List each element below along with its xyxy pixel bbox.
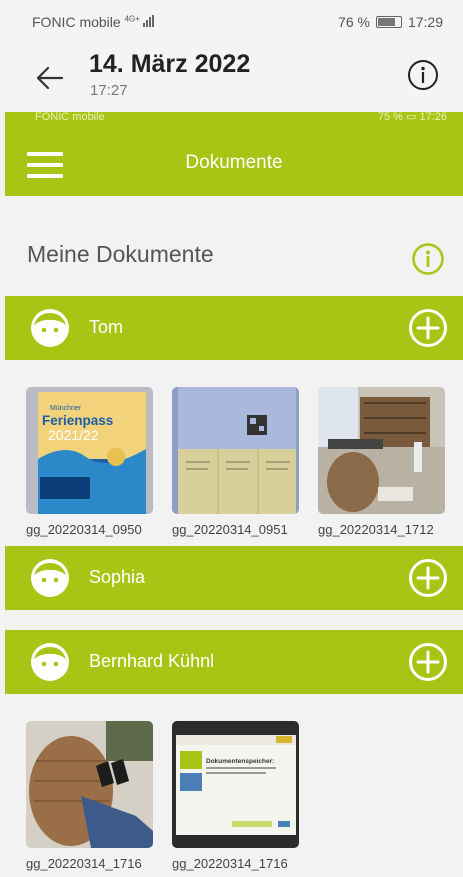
ferien-year: 2021/22 bbox=[48, 427, 99, 443]
document-name: gg_20220314_0950 bbox=[26, 522, 142, 537]
inner-status-right: 75 % ▭ 17:26 bbox=[377, 112, 447, 123]
inner-status-bar: FONIC mobile 75 % ▭ 17:26 bbox=[35, 112, 447, 126]
child-face-icon bbox=[31, 559, 69, 597]
document-thumbnail[interactable]: Dokumentenspeicher: bbox=[172, 721, 299, 848]
add-document-icon[interactable] bbox=[408, 642, 448, 682]
photo-date-title: 14. März 2022 bbox=[89, 50, 251, 78]
person-row-tom[interactable]: Tom bbox=[5, 296, 463, 360]
carrier-name: FONIC mobile bbox=[32, 14, 121, 30]
gallery-header: 14. März 2022 17:27 bbox=[0, 44, 463, 112]
app-bar: FONIC mobile 75 % ▭ 17:26 Dokumente bbox=[5, 112, 463, 196]
person-row-bernhard[interactable]: Bernhard Kühnl bbox=[5, 630, 463, 694]
person-name: Tom bbox=[89, 317, 124, 337]
add-document-icon[interactable] bbox=[408, 558, 448, 598]
app-title: Dokumente bbox=[185, 152, 283, 173]
person-name: Bernhard Kühnl bbox=[89, 651, 215, 671]
main-content: Meine Dokumente Tom Münchner Ferienpass bbox=[5, 196, 463, 877]
document-name: gg_20220314_1716 bbox=[172, 856, 288, 871]
document-name: gg_20220314_1716 bbox=[26, 856, 142, 871]
document-thumbnail[interactable]: Münchner Ferienpass 2021/22 bbox=[26, 387, 153, 514]
inner-battery: 75 % bbox=[377, 112, 403, 123]
info-icon[interactable] bbox=[411, 242, 445, 276]
ferien-small-label: Münchner bbox=[50, 405, 82, 412]
document-thumbnail[interactable] bbox=[318, 387, 445, 514]
document-name: gg_20220314_0951 bbox=[172, 522, 288, 537]
ferien-title: Ferienpass bbox=[42, 413, 113, 428]
status-bar: FONIC mobile 4G+ 76 % 17:29 bbox=[0, 0, 463, 44]
battery-icon bbox=[375, 16, 402, 28]
inner-carrier: FONIC mobile bbox=[35, 112, 105, 123]
battery-percent: 76 % bbox=[338, 14, 370, 30]
back-arrow-icon[interactable] bbox=[32, 60, 68, 96]
doc-screen-heading: Dokumentenspeicher: bbox=[206, 758, 274, 765]
document-thumbnail[interactable] bbox=[172, 387, 299, 514]
person-name: Sophia bbox=[89, 567, 146, 587]
info-icon[interactable] bbox=[406, 58, 440, 92]
carrier-label: FONIC mobile 4G+ bbox=[32, 14, 154, 30]
add-document-icon[interactable] bbox=[408, 308, 448, 348]
photo-time: 17:27 bbox=[90, 82, 128, 99]
inner-clock: 17:26 bbox=[419, 112, 447, 123]
child-face-icon bbox=[31, 643, 69, 681]
network-type: 4G+ bbox=[124, 14, 140, 24]
person-row-sophia[interactable]: Sophia bbox=[5, 546, 463, 610]
signal-icon bbox=[142, 15, 154, 27]
clock: 17:29 bbox=[407, 14, 443, 30]
document-thumbnail[interactable] bbox=[26, 721, 153, 848]
child-face-icon bbox=[31, 309, 69, 347]
document-name: gg_20220314_1712 bbox=[318, 522, 434, 537]
section-title: Meine Dokumente bbox=[27, 241, 214, 267]
